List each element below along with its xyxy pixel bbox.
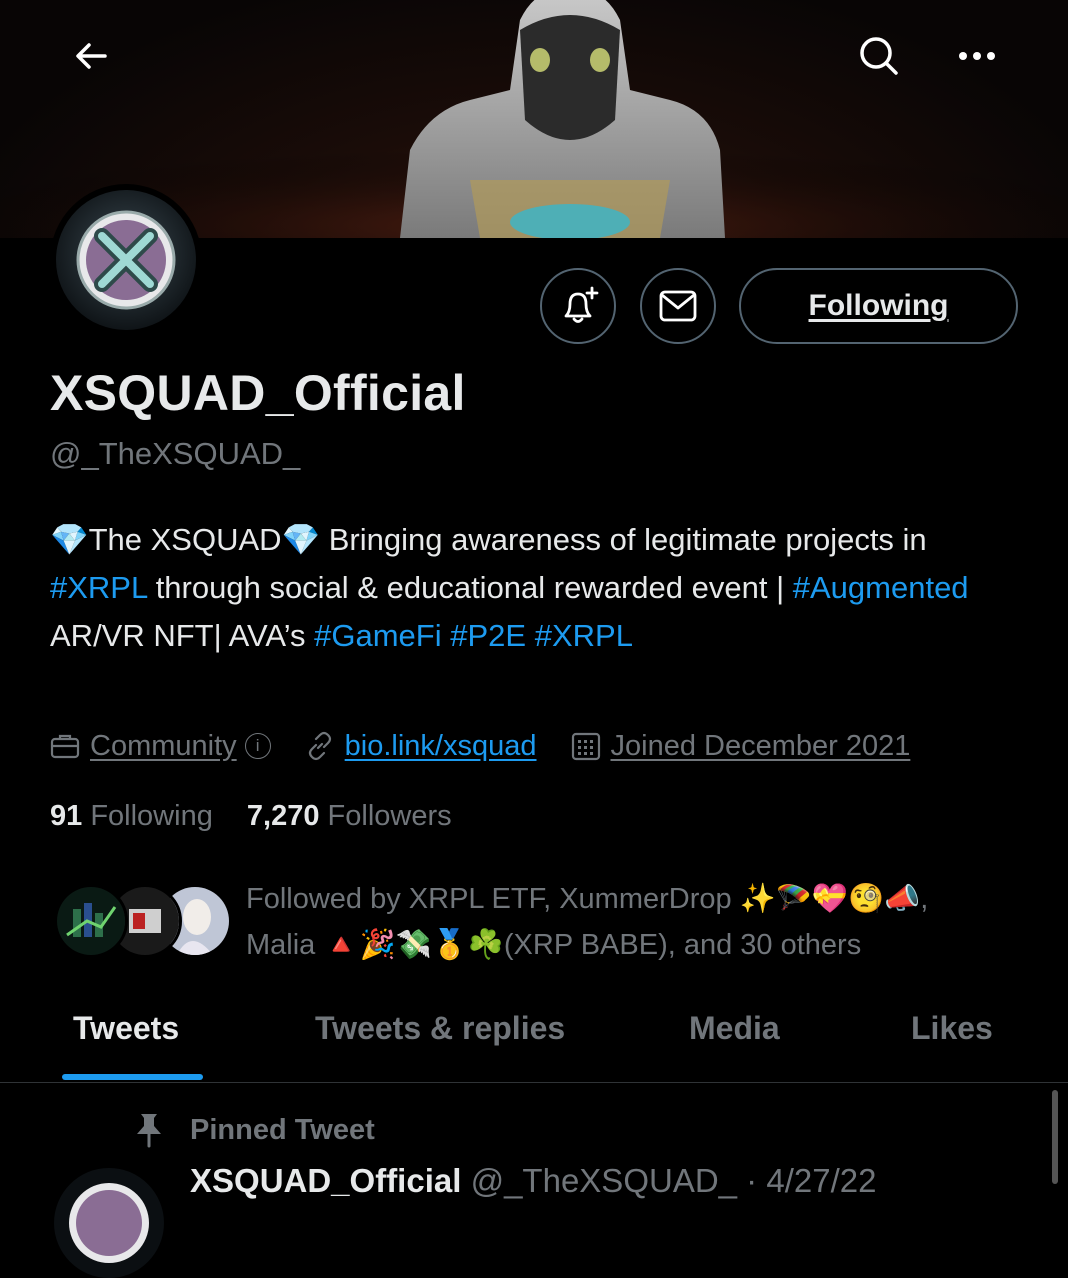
- tweet-author-avatar[interactable]: [54, 1168, 164, 1278]
- joined-item: Joined December 2021: [571, 729, 911, 763]
- profile-tabs: Tweets Tweets & replies Media Likes: [0, 996, 1068, 1083]
- profile-meta: Community i bio.link/xsquad Joined Decem…: [50, 726, 944, 766]
- back-button[interactable]: [60, 25, 122, 87]
- profile-bio: 💎The XSQUAD💎 Bringing awareness of legit…: [50, 516, 1030, 660]
- followed-by-text: Followed by XRPL ETF, XummerDrop ✨🪂💝🧐📣, …: [246, 876, 1016, 968]
- tab-likes[interactable]: Likes: [911, 1010, 993, 1047]
- followers-label: Followers: [327, 800, 452, 832]
- scrollbar[interactable]: [1052, 1090, 1058, 1184]
- tab-media[interactable]: Media: [689, 1010, 780, 1047]
- category-label: Community: [90, 729, 237, 762]
- bio-text: AR/VR NFT| AVA’s: [50, 618, 315, 653]
- message-button[interactable]: [640, 268, 716, 344]
- arrow-left-icon: [76, 43, 107, 69]
- pin-icon: [137, 1114, 161, 1148]
- link-icon: [308, 731, 331, 761]
- profile-handle: @_TheXSQUAD_: [50, 436, 301, 471]
- display-name: XSQUAD_Official: [50, 365, 466, 421]
- hashtag-link[interactable]: #XRPL: [535, 618, 633, 653]
- followers-stat[interactable]: 7,270 Followers: [247, 800, 452, 832]
- followed-by[interactable]: Followed by XRPL ETF, XummerDrop ✨🪂💝🧐📣, …: [54, 876, 1014, 976]
- info-icon[interactable]: i: [244, 733, 271, 759]
- following-label: Following: [90, 800, 213, 832]
- more-horizontal-icon: [959, 52, 995, 60]
- followed-by-line-2: Malia 🔺🎉💸🥇☘️(XRP BABE), and 30 others: [246, 929, 862, 961]
- category-item[interactable]: Community i: [50, 730, 271, 763]
- follower-avatar: [54, 884, 128, 958]
- followers-count: 7,270: [246, 800, 320, 832]
- website-link[interactable]: bio.link/xsquad: [345, 730, 537, 763]
- tweet-author-name[interactable]: XSQUAD_Official: [190, 1162, 461, 1199]
- tweet-date[interactable]: 4/27/22: [766, 1162, 876, 1199]
- bio-text: [442, 618, 451, 653]
- hashtag-link[interactable]: #Augmented: [793, 570, 969, 605]
- pinned-tweet-label: Pinned Tweet: [132, 1112, 375, 1148]
- tweet-header: XSQUAD_Official @_TheXSQUAD_ · 4/27/22: [190, 1162, 876, 1200]
- bio-text: through social & educational rewarded ev…: [147, 570, 793, 605]
- follow-stats: 91 Following 7,270 Followers: [50, 800, 452, 833]
- following-count: 91: [50, 800, 83, 832]
- followed-by-line-1: Followed by XRPL ETF, XummerDrop ✨🪂💝🧐📣,: [246, 883, 929, 915]
- calendar-icon: [571, 732, 600, 761]
- active-tab-indicator: [62, 1074, 203, 1080]
- tweet-author-handle[interactable]: @_TheXSQUAD_: [471, 1162, 737, 1199]
- hashtag-link[interactable]: #P2E: [450, 618, 526, 653]
- profile-avatar[interactable]: [50, 184, 202, 336]
- search-button[interactable]: [848, 25, 910, 87]
- search-icon: [860, 37, 898, 75]
- following-stat[interactable]: 91 Following: [50, 800, 213, 832]
- following-button[interactable]: Following: [739, 268, 1018, 344]
- tab-tweets[interactable]: Tweets: [73, 1010, 179, 1047]
- envelope-icon: [659, 290, 697, 322]
- pinned-label: Pinned Tweet: [190, 1113, 375, 1146]
- avatar-image: [56, 190, 196, 330]
- hashtag-link[interactable]: #XRPL: [50, 570, 147, 605]
- bio-text: [526, 618, 535, 653]
- tab-tweets-and-replies[interactable]: Tweets & replies: [315, 1010, 565, 1047]
- bio-text: 💎The XSQUAD💎 Bringing awareness of legit…: [50, 522, 927, 557]
- tweet-separator: ·: [737, 1162, 767, 1199]
- website-item[interactable]: bio.link/xsquad: [305, 730, 537, 763]
- notifications-button[interactable]: [540, 268, 616, 344]
- hashtag-link[interactable]: #GameFi: [314, 618, 441, 653]
- more-button[interactable]: [946, 25, 1008, 87]
- bell-plus-icon: [564, 286, 599, 323]
- joined-date: Joined December 2021: [610, 729, 911, 762]
- briefcase-icon: [50, 734, 80, 759]
